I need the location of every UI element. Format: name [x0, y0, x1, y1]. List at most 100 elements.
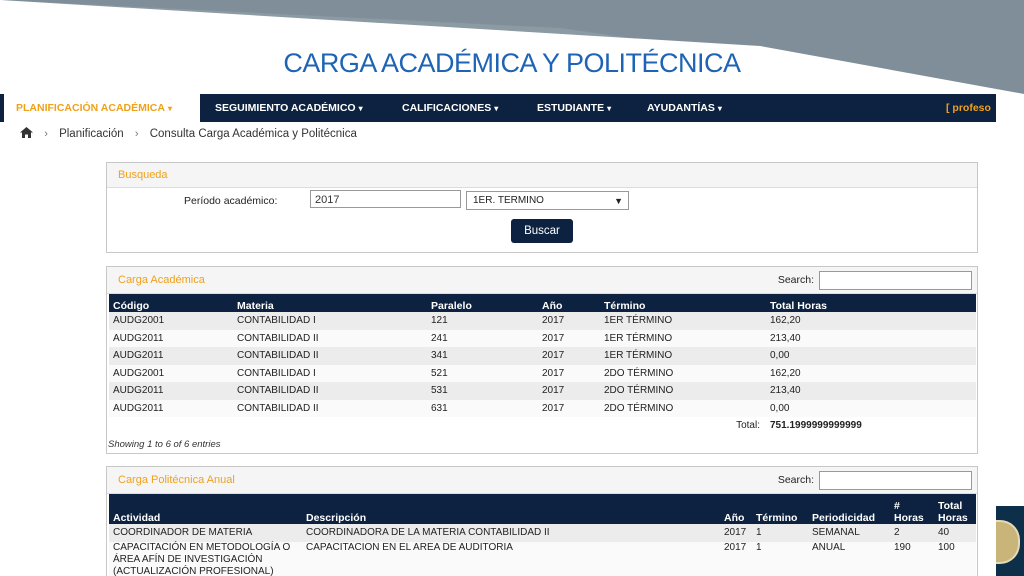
column-header[interactable]: Término	[752, 494, 808, 524]
cell: 631	[427, 399, 538, 417]
cell: 2	[890, 524, 934, 542]
breadcrumb: › Planificación › Consulta Carga Académi…	[20, 127, 357, 140]
cell: 2017	[538, 399, 600, 417]
term-selected: 1ER. TERMINO	[473, 195, 544, 206]
table-row: AUDG2011 CONTABILIDAD II 241 2017 1ER TÉ…	[109, 329, 976, 347]
carga-academica-search-input[interactable]	[819, 271, 972, 290]
cell: 213,40	[766, 329, 976, 347]
user-menu[interactable]: [ profeso	[946, 94, 991, 122]
cell: 241	[427, 329, 538, 347]
cell: CONTABILIDAD II	[233, 399, 427, 417]
carga-politecnica-search-input[interactable]	[819, 471, 972, 490]
cell: 1ER TÉRMINO	[600, 329, 766, 347]
cell: 2017	[538, 382, 600, 400]
cell: CONTABILIDAD I	[233, 312, 427, 330]
carga-politecnica-panel: Carga Politécnica Anual Search: Activida…	[106, 466, 978, 576]
column-header[interactable]: Actividad	[109, 494, 302, 524]
cell: CONTABILIDAD II	[233, 347, 427, 365]
cell: 121	[427, 312, 538, 330]
cell: 162,20	[766, 312, 976, 330]
cell: CAPACITACION EN EL AREA DE AUDITORIA	[302, 541, 720, 576]
cell: 1	[752, 541, 808, 576]
carga-politecnica-table: Actividad Descripción Año Término Period…	[109, 494, 976, 576]
carga-academica-panel: Carga Académica Search: Código Materia P…	[106, 266, 978, 454]
nav-planificacion-academica[interactable]: PLANIFICACIÓN ACADÉMICA ▾	[4, 94, 200, 122]
cell: AUDG2011	[109, 382, 233, 400]
app-screenshot: PLANIFICACIÓN ACADÉMICA ▾ SEGUIMIENTO ACA…	[0, 94, 996, 576]
table-row: AUDG2001 CONTABILIDAD I 121 2017 1ER TÉR…	[109, 312, 976, 330]
term-select[interactable]: 1ER. TERMINO ▼	[466, 191, 629, 210]
user-label: [ profeso	[946, 102, 991, 114]
column-header[interactable]: Año	[538, 294, 600, 312]
cell: 0,00	[766, 347, 976, 365]
carga-academica-table: Código Materia Paralelo Año Término Tota…	[109, 294, 976, 435]
home-icon[interactable]	[20, 127, 33, 138]
table-row: AUDG2011 CONTABILIDAD II 631 2017 2DO TÉ…	[109, 399, 976, 417]
cell: 2DO TÉRMINO	[600, 399, 766, 417]
cell: AUDG2011	[109, 329, 233, 347]
cell: 521	[427, 364, 538, 382]
cell: 2DO TÉRMINO	[600, 382, 766, 400]
column-header[interactable]: Materia	[233, 294, 427, 312]
column-header[interactable]: Término	[600, 294, 766, 312]
column-header[interactable]: Total Horas	[934, 494, 976, 524]
table-row: AUDG2001 CONTABILIDAD I 521 2017 2DO TÉR…	[109, 364, 976, 382]
cell: CONTABILIDAD II	[233, 382, 427, 400]
caret-down-icon: ▾	[717, 104, 722, 113]
period-label: Período académico:	[184, 195, 278, 207]
nav-ayudantias[interactable]: AYUDANTÍAS ▾	[647, 94, 722, 122]
cell: AUDG2011	[109, 347, 233, 365]
nav-estudiante[interactable]: ESTUDIANTE ▾	[537, 94, 611, 122]
total-value: 751.1999999999999	[770, 420, 862, 432]
table-info: Showing 1 to 6 of 6 entries	[108, 439, 221, 450]
institution-logo	[996, 506, 1024, 576]
breadcrumb-separator: ›	[44, 128, 48, 140]
cell: 100	[934, 541, 976, 576]
cell: 0,00	[766, 399, 976, 417]
caret-down-icon: ▾	[494, 104, 499, 113]
table-row: COORDINADOR DE MATERIA COORDINADORA DE L…	[109, 524, 976, 542]
total-label: Total:	[736, 420, 760, 432]
column-header[interactable]: Código	[109, 294, 233, 312]
nav-calificaciones[interactable]: CALIFICACIONES ▾	[402, 94, 498, 122]
year-value: 2017	[315, 194, 340, 206]
breadcrumb-planificacion[interactable]: Planificación	[59, 128, 124, 140]
search-label: Search:	[777, 274, 814, 286]
column-header[interactable]: Total Horas	[766, 294, 976, 312]
cell: 2017	[538, 364, 600, 382]
breadcrumb-separator: ›	[134, 128, 139, 140]
nav-label: PLANIFICACIÓN ACADÉMICA	[16, 102, 165, 114]
cell: COORDINADOR DE MATERIA	[109, 524, 302, 542]
total-row: Total: 751.1999999999999	[109, 417, 976, 435]
slide-title: CARGA ACADÉMICA Y POLITÉCNICA	[283, 48, 741, 78]
buscar-button[interactable]: Buscar	[511, 219, 573, 243]
caret-down-icon: ▾	[607, 104, 612, 113]
cell: 2017	[720, 524, 752, 542]
column-header[interactable]: # Horas	[890, 494, 934, 524]
cell: ANUAL	[808, 541, 890, 576]
cell: 2017	[720, 541, 752, 576]
breadcrumb-current: Consulta Carga Académica y Politécnica	[149, 128, 357, 140]
cell: AUDG2001	[109, 364, 233, 382]
cell: 2017	[538, 347, 600, 365]
year-input[interactable]: 2017	[310, 190, 461, 208]
table-row: AUDG2011 CONTABILIDAD II 341 2017 1ER TÉ…	[109, 347, 976, 365]
column-header[interactable]: Año	[720, 494, 752, 524]
panel-heading: Busqueda	[107, 163, 977, 188]
column-header[interactable]: Descripción	[302, 494, 720, 524]
cell: 2017	[538, 329, 600, 347]
column-header[interactable]: Paralelo	[427, 294, 538, 312]
search-label: Search:	[777, 474, 814, 486]
nav-seguimiento-academico[interactable]: SEGUIMIENTO ACADÉMICO ▾	[215, 94, 363, 122]
cell: 40	[934, 524, 976, 542]
cell: 1	[752, 524, 808, 542]
cell: 213,40	[766, 382, 976, 400]
cell: AUDG2001	[109, 312, 233, 330]
cell: 1ER TÉRMINO	[600, 312, 766, 330]
caret-down-icon: ▾	[167, 104, 172, 113]
cell: CAPACITACIÓN EN METODOLOGÍA O ÁREA AFÍN …	[109, 541, 302, 576]
table-row: AUDG2011 CONTABILIDAD II 531 2017 2DO TÉ…	[109, 382, 976, 400]
nav-label: ESTUDIANTE	[537, 102, 605, 114]
column-header[interactable]: Periodicidad	[808, 494, 890, 524]
table-row: CAPACITACIÓN EN METODOLOGÍA O ÁREA AFÍN …	[109, 541, 976, 576]
